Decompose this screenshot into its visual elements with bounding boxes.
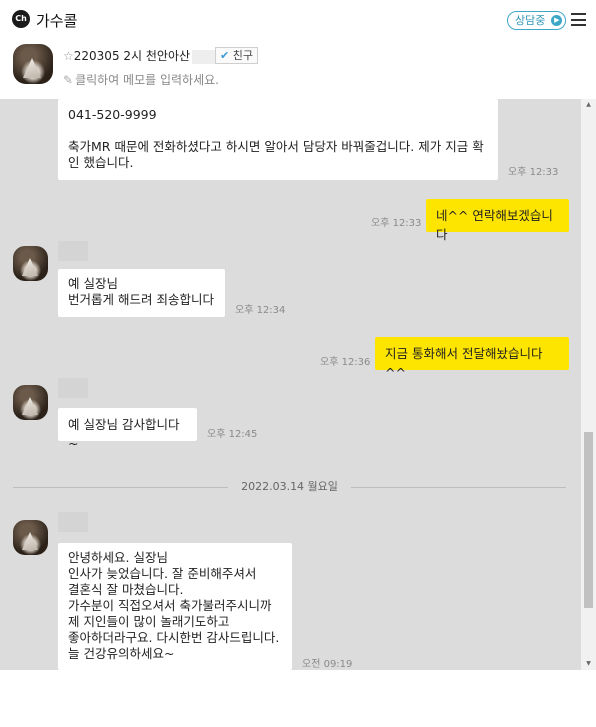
profile-name: ☆220305 2시 천안아산 bbox=[63, 47, 217, 64]
friend-badge: ✔ 친구 bbox=[215, 47, 258, 64]
scroll-thumb[interactable] bbox=[584, 432, 593, 608]
redacted-sender-name bbox=[58, 512, 88, 532]
avatar[interactable] bbox=[13, 44, 53, 84]
message-time: 오후 12:33 bbox=[508, 167, 559, 178]
memo-input[interactable]: ✎ 클릭하여 메모를 입력하세요. bbox=[63, 71, 219, 88]
date-divider-text: 2022.03.14 월요일 bbox=[241, 480, 338, 493]
avatar[interactable] bbox=[13, 385, 48, 420]
message-bubble: 안녕하세요. 실장님 인사가 늦었습니다. 잘 준비해주셔서 결혼식 잘 마쳤습… bbox=[58, 543, 292, 670]
hamburger-menu-icon[interactable] bbox=[571, 13, 586, 26]
message-bubble: 지금 통화해서 전달해놨습니다^^ bbox=[375, 337, 569, 380]
redacted-sender-name bbox=[58, 241, 88, 261]
message-bubble: 예 실장님 감사합니다~ bbox=[58, 408, 197, 451]
message-time: 오전 09:19 bbox=[302, 659, 353, 670]
message-time: 오후 12:45 bbox=[207, 429, 258, 440]
profile-name-text: 220305 2시 천안아산 bbox=[73, 49, 191, 63]
memo-placeholder: 클릭하여 메모를 입력하세요. bbox=[75, 73, 219, 87]
message-time: 오후 12:36 bbox=[320, 357, 371, 368]
status-label: 상담중 bbox=[515, 14, 546, 27]
consult-status-button[interactable]: 상담중 ▶ bbox=[507, 11, 567, 30]
app-title: 가수콜 bbox=[36, 12, 78, 30]
chat-area[interactable]: 041-520-9999 축가MR 때문에 전화하셨다고 하시면 알아서 담당자… bbox=[0, 99, 581, 670]
check-icon: ✔ bbox=[220, 49, 230, 62]
redacted-sender-name bbox=[58, 378, 88, 398]
date-divider: 2022.03.14 월요일 bbox=[13, 480, 566, 494]
message-time: 오후 12:33 bbox=[371, 218, 422, 229]
pencil-icon: ✎ bbox=[63, 73, 74, 87]
play-arrow-icon: ▶ bbox=[551, 15, 563, 26]
message-bubble: 네^^ 연락해보겠습니다 bbox=[426, 199, 569, 242]
message-time: 오후 12:34 bbox=[235, 305, 286, 316]
avatar[interactable] bbox=[13, 520, 48, 555]
channel-logo-icon: Ch bbox=[12, 10, 30, 28]
star-icon[interactable]: ☆ bbox=[63, 49, 74, 63]
top-bar: Ch 가수콜 상담중 ▶ bbox=[0, 0, 596, 40]
scroll-down-arrow-icon[interactable]: ▼ bbox=[584, 660, 593, 668]
message-bubble: 041-520-9999 축가MR 때문에 전화하셨다고 하시면 알아서 담당자… bbox=[58, 99, 498, 180]
scroll-up-arrow-icon[interactable]: ▲ bbox=[584, 101, 593, 109]
profile-header: ☆220305 2시 천안아산 ✔ 친구 ✎ 클릭하여 메모를 입력하세요. bbox=[0, 40, 596, 100]
avatar[interactable] bbox=[13, 246, 48, 281]
chat-scrollbar[interactable]: ▲ ▼ bbox=[581, 99, 596, 670]
redacted-name-block bbox=[192, 49, 217, 64]
message-bubble: 예 실장님 번거롭게 해드려 죄송합니다 bbox=[58, 269, 225, 317]
friend-label: 친구 bbox=[232, 49, 253, 62]
